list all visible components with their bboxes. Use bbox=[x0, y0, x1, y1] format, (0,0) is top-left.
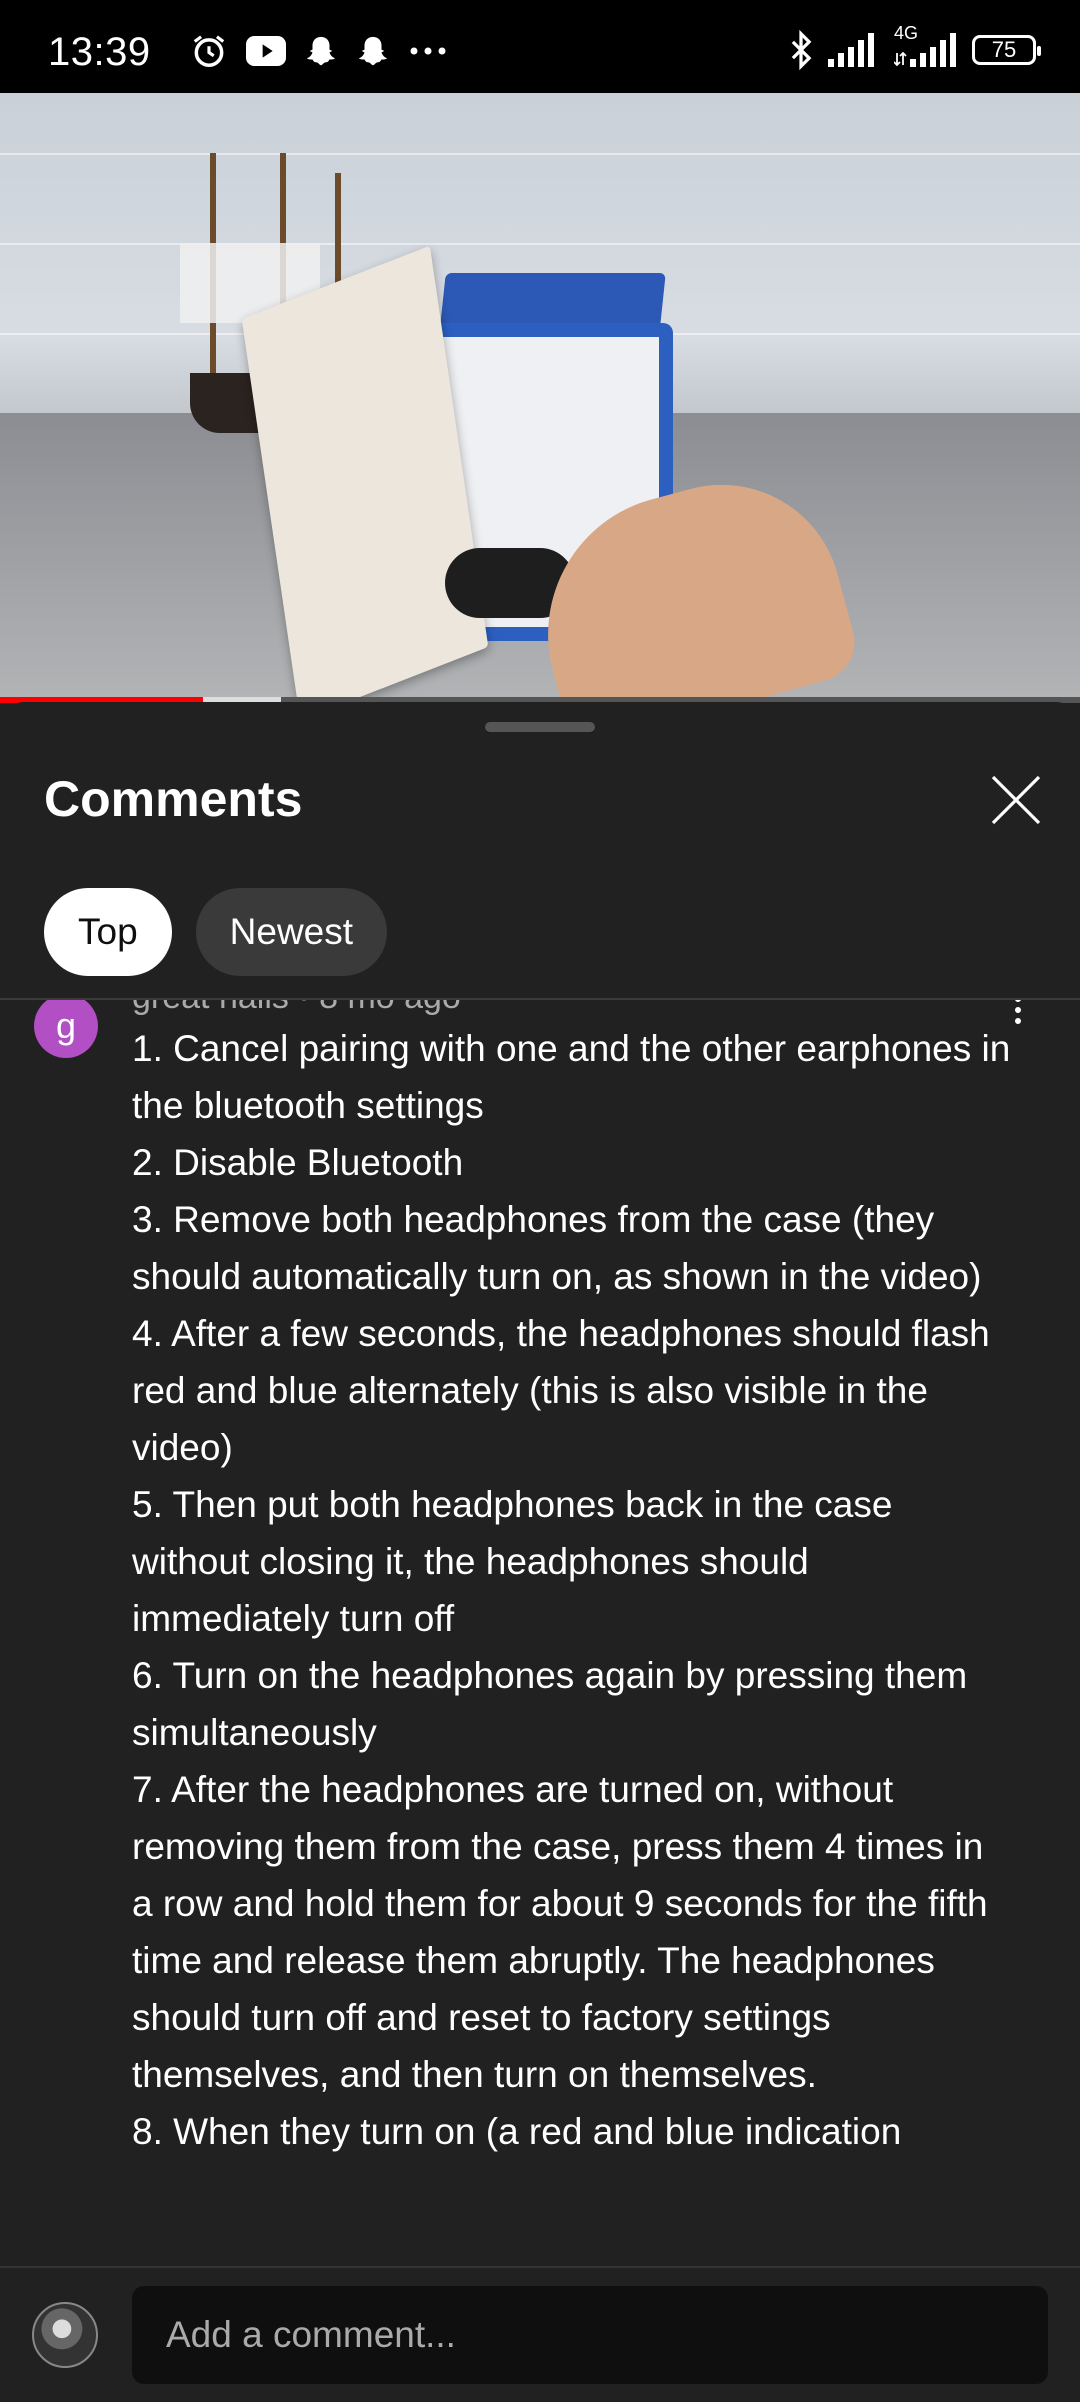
comments-sheet: Comments Top Newest g great nails · 8 mo… bbox=[0, 702, 1080, 2402]
battery-icon: 75 bbox=[972, 35, 1041, 65]
comments-title: Comments bbox=[44, 771, 303, 827]
comment-composer-bar: Add a comment... bbox=[0, 2266, 1080, 2402]
comment-line: 4. After a few seconds, the headphones s… bbox=[132, 1313, 990, 1468]
filter-chip-top[interactable]: Top bbox=[44, 888, 172, 976]
comment-line: 2. Disable Bluetooth bbox=[132, 1142, 464, 1183]
bluetooth-icon bbox=[788, 30, 814, 70]
more-dots-icon bbox=[408, 46, 448, 56]
user-avatar[interactable] bbox=[32, 2302, 98, 2368]
more-vert-icon-dot bbox=[1015, 1018, 1021, 1024]
wall-plank-line bbox=[0, 153, 1080, 155]
battery-level: 75 bbox=[991, 37, 1017, 62]
comment-line: 1. Cancel pairing with one and the other… bbox=[132, 1028, 1011, 1126]
notification-icons bbox=[190, 32, 448, 70]
snapchat-icon bbox=[356, 34, 390, 68]
comment-body: 1. Cancel pairing with one and the other… bbox=[132, 1020, 1012, 2160]
comment-line: 3. Remove both headphones from the case … bbox=[132, 1199, 982, 1297]
more-vert-icon-dot bbox=[1015, 1000, 1021, 1002]
close-button[interactable] bbox=[986, 770, 1046, 830]
comment-line: 6. Turn on the headphones again by press… bbox=[132, 1655, 968, 1753]
youtube-icon bbox=[246, 36, 286, 66]
comment-line: 8. When they turn on (a red and blue ind… bbox=[132, 2111, 902, 2152]
signal-icon bbox=[828, 33, 880, 67]
network-type-label: 4G bbox=[894, 23, 919, 43]
close-icon bbox=[991, 775, 1041, 825]
commenter-avatar[interactable]: g bbox=[34, 1000, 98, 1058]
comment-line: 5. Then put both headphones back in the … bbox=[132, 1484, 893, 1639]
status-time: 13:39 bbox=[48, 30, 151, 74]
comment-filter-chips: Top Newest bbox=[44, 888, 388, 976]
signal-4g-icon: 4G bbox=[894, 23, 958, 67]
wall-plank-line bbox=[0, 243, 1080, 245]
comment-author-meta: great nails · 8 mo ago bbox=[132, 1000, 461, 1017]
drag-handle[interactable] bbox=[485, 722, 595, 732]
snapchat-icon bbox=[304, 34, 338, 68]
comment-line: 7. After the headphones are turned on, w… bbox=[132, 1769, 988, 2095]
alarm-icon bbox=[190, 32, 228, 70]
system-icons: 4G 75 bbox=[788, 23, 1041, 70]
filter-chip-newest[interactable]: Newest bbox=[195, 888, 388, 976]
add-comment-input[interactable]: Add a comment... bbox=[132, 2286, 1048, 2384]
video-player[interactable] bbox=[0, 93, 1080, 700]
status-bar: 13:39 4G 75 bbox=[0, 0, 1080, 93]
more-vert-icon-dot bbox=[1015, 1007, 1021, 1013]
comment-list[interactable]: g great nails · 8 mo ago 1. Cancel pairi… bbox=[0, 1000, 1080, 2266]
